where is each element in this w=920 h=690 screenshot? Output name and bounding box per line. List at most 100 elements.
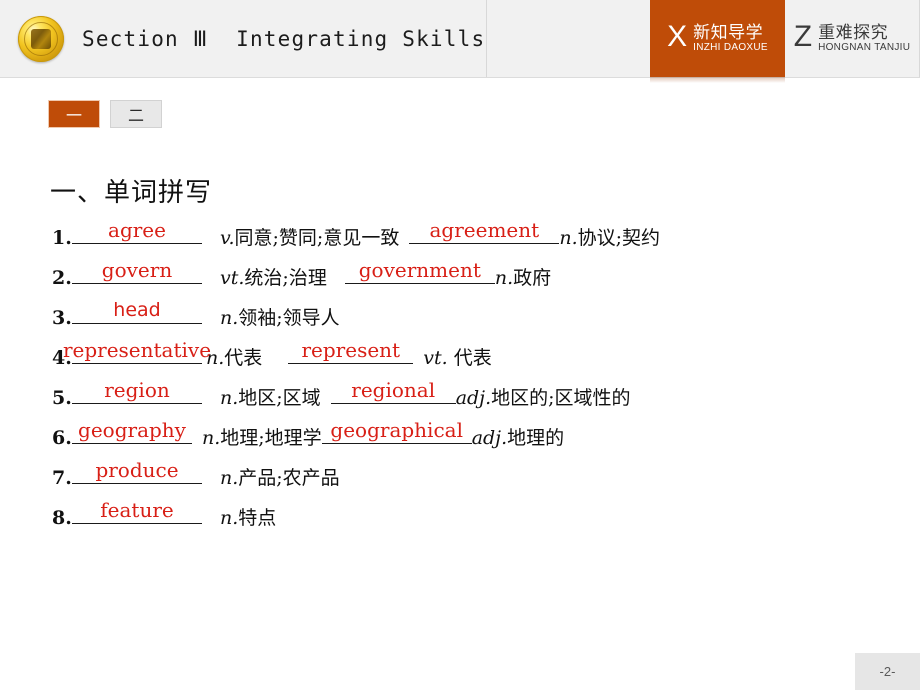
part-of-speech: vt. bbox=[423, 347, 448, 369]
gloss-text: 地区的;区域性的 bbox=[491, 387, 631, 409]
gloss-primary: n.代表 bbox=[206, 343, 262, 370]
part-of-speech: n. bbox=[220, 507, 239, 529]
gloss-text: 代表 bbox=[447, 347, 492, 369]
list-item: 3. head n.领袖;领导人 bbox=[52, 298, 912, 338]
list-item: 7. produce n.产品;农产品 bbox=[52, 458, 912, 498]
list-item: 1. agree v.同意;赞同;意见一致 agreement n.协议;契约 bbox=[52, 218, 912, 258]
gloss-primary: n.产品;农产品 bbox=[220, 463, 340, 490]
gold-medallion-logo-icon bbox=[18, 15, 64, 62]
answer-blank-primary[interactable]: geography bbox=[72, 418, 192, 444]
part-of-speech: n. bbox=[220, 307, 239, 329]
nav-tab-xinzhi-daoxue[interactable]: X 新知导学 INZHI DAOXUE bbox=[650, 0, 785, 83]
answer-text: agreement bbox=[429, 218, 540, 242]
nav-tab-text-group: 重难探究 HONGNAN TANJIU bbox=[818, 22, 910, 54]
answer-blank-secondary[interactable]: geographical bbox=[321, 418, 472, 444]
answer-blank-primary[interactable]: representative bbox=[63, 338, 211, 364]
answer-text: regional bbox=[351, 378, 436, 402]
gloss-secondary: n.政府 bbox=[495, 263, 551, 290]
page-title: Section Ⅲ Integrating Skills bbox=[82, 26, 486, 51]
list-item: 6. geography n.地理;地理学 geographical adj.地… bbox=[52, 418, 912, 458]
gloss-text: 协议;契约 bbox=[577, 227, 661, 249]
item-number: 2. bbox=[52, 267, 72, 289]
nav-tab-inner: Z 重难探究 HONGNAN TANJIU bbox=[794, 22, 911, 54]
nav-tab-text-group: 新知导学 INZHI DAOXUE bbox=[693, 22, 768, 54]
gloss-secondary: adj.地区的;区域性的 bbox=[456, 383, 631, 410]
gloss-text: 政府 bbox=[513, 267, 552, 289]
list-item: 2. govern vt.统治;治理 government n.政府 bbox=[52, 258, 912, 298]
section-heading: 一、单词拼写 bbox=[50, 178, 213, 208]
nav-tab-letter-x: X bbox=[667, 20, 688, 54]
nav-tab-label-pinyin: INZHI DAOXUE bbox=[693, 42, 768, 54]
list-item: 5. region n.地区;区域 regional adj.地区的;区域性的 bbox=[52, 378, 912, 418]
item-number: 1. bbox=[52, 227, 72, 249]
gloss-text: 代表 bbox=[224, 347, 263, 369]
answer-blank-secondary[interactable]: agreement bbox=[409, 218, 560, 244]
nav-tab-inner: X 新知导学 INZHI DAOXUE bbox=[667, 22, 768, 54]
gloss-text: 特点 bbox=[238, 507, 277, 529]
answer-blank-primary[interactable]: feature bbox=[72, 498, 202, 524]
gloss-primary: n.地区;区域 bbox=[220, 383, 321, 410]
answer-blank-primary[interactable]: produce bbox=[72, 458, 202, 484]
answer-blank-primary[interactable]: head bbox=[72, 298, 202, 324]
part-of-speech: n. bbox=[220, 467, 239, 489]
part-of-speech: n. bbox=[494, 267, 514, 289]
list-item: 4. representative n.代表 represent vt. 代表 bbox=[52, 338, 912, 378]
gloss-text: 地理;地理学 bbox=[220, 427, 322, 449]
answer-text: government bbox=[358, 258, 481, 282]
gloss-text: 产品;农产品 bbox=[238, 467, 340, 489]
gloss-text: 地理的 bbox=[507, 427, 565, 449]
gloss-text: 地区;区域 bbox=[238, 387, 321, 409]
item-number: 6. bbox=[52, 427, 72, 449]
subtab-two[interactable]: 二 bbox=[110, 100, 162, 128]
gloss-secondary: n.协议;契约 bbox=[559, 223, 660, 250]
answer-blank-primary[interactable]: agree bbox=[72, 218, 202, 244]
header-spacer bbox=[487, 0, 650, 77]
gloss-text: 领袖;领导人 bbox=[238, 307, 340, 329]
nav-tab-letter-z: Z bbox=[793, 20, 813, 54]
part-of-speech: vt. bbox=[220, 267, 245, 289]
answer-text: geography bbox=[78, 418, 186, 442]
subtab-bar: 一 二 bbox=[48, 100, 162, 128]
answer-blank-secondary[interactable]: regional bbox=[330, 378, 456, 404]
answer-text: produce bbox=[95, 458, 179, 482]
answer-text: region bbox=[104, 378, 170, 402]
list-item: 8. feature n.特点 bbox=[52, 498, 912, 538]
subtab-one[interactable]: 一 bbox=[48, 100, 100, 128]
answer-text: feature bbox=[100, 498, 174, 522]
part-of-speech: n. bbox=[559, 227, 578, 249]
answer-text: govern bbox=[101, 258, 173, 282]
gloss-secondary: adj.地理的 bbox=[472, 423, 564, 450]
answer-blank-primary[interactable]: region bbox=[72, 378, 202, 404]
item-number: 8. bbox=[52, 507, 72, 529]
word-spelling-list: 1. agree v.同意;赞同;意见一致 agreement n.协议;契约 … bbox=[52, 218, 912, 538]
gloss-secondary: vt. 代表 bbox=[423, 343, 491, 370]
gloss-primary: v.同意;赞同;意见一致 bbox=[220, 223, 399, 250]
nav-tab-zhongnan-tanjiu[interactable]: Z 重难探究 HONGNAN TANJIU bbox=[785, 0, 920, 77]
item-number: 7. bbox=[52, 467, 72, 489]
answer-blank-secondary[interactable]: government bbox=[344, 258, 495, 284]
part-of-speech: n. bbox=[220, 387, 239, 409]
header-title-area: Section Ⅲ Integrating Skills bbox=[0, 0, 487, 77]
gloss-text: 同意;赞同;意见一致 bbox=[234, 227, 400, 249]
page-header: Section Ⅲ Integrating Skills X 新知导学 INZH… bbox=[0, 0, 920, 83]
gloss-primary: n.地理;地理学 bbox=[202, 423, 322, 450]
part-of-speech: adj. bbox=[471, 427, 508, 449]
nav-tab-label-cn: 重难探究 bbox=[818, 23, 889, 43]
page-number-badge: -2- bbox=[855, 653, 920, 690]
part-of-speech: v. bbox=[220, 227, 235, 249]
answer-text: head bbox=[113, 299, 161, 321]
answer-blank-primary[interactable]: govern bbox=[72, 258, 202, 284]
answer-text: represent bbox=[301, 338, 401, 362]
item-number: 3. bbox=[52, 307, 72, 329]
answer-text: representative bbox=[62, 338, 212, 362]
gloss-text: 统治;治理 bbox=[244, 267, 327, 289]
gloss-primary: n.领袖;领导人 bbox=[220, 303, 340, 330]
nav-tab-label-cn: 新知导学 bbox=[693, 23, 764, 43]
answer-blank-secondary[interactable]: represent bbox=[288, 338, 414, 364]
part-of-speech: n. bbox=[202, 427, 221, 449]
gloss-primary: n.特点 bbox=[220, 503, 276, 530]
nav-tab-label-pinyin: HONGNAN TANJIU bbox=[818, 42, 911, 54]
item-number: 5. bbox=[52, 387, 72, 409]
gloss-primary: vt.统治;治理 bbox=[220, 263, 327, 290]
part-of-speech: adj. bbox=[455, 387, 492, 409]
